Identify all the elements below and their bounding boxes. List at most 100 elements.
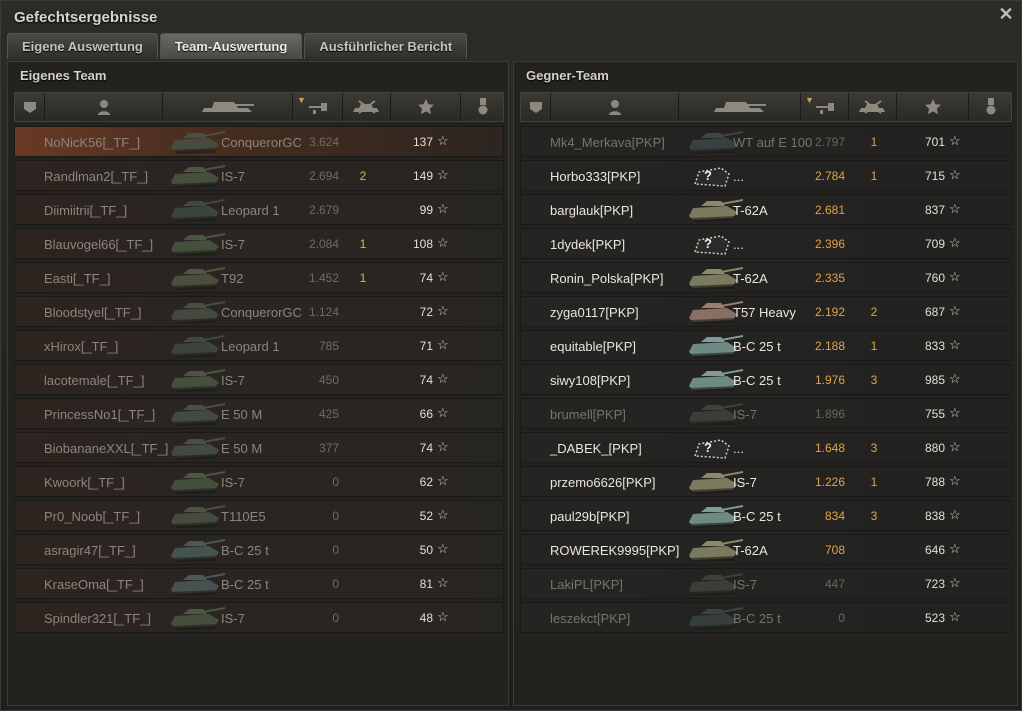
table-row[interactable]: asragir47[_TF_] B-C 25 t 0 50 ☆ (14, 534, 504, 565)
star-icon: ☆ (949, 167, 961, 182)
table-row[interactable]: Horbo333[PKP]?... 2.784 1 715 ☆ (520, 160, 1012, 191)
table-row[interactable]: Spindler321[_TF_] IS-7 0 48 ☆ (14, 602, 504, 633)
damage-value: 0 (332, 611, 339, 625)
medal-icon[interactable] (461, 93, 505, 121)
player-icon[interactable] (45, 93, 163, 121)
tank-name: IS-7 (733, 407, 757, 422)
damage-icon[interactable]: ▼ (293, 93, 343, 121)
title-bar: Gefechtsergebnisse ✕ (1, 1, 1022, 31)
kills-value: 3 (870, 441, 878, 455)
damage-icon[interactable]: ▼ (801, 93, 849, 121)
player-name: Spindler321[_TF_] (44, 611, 151, 626)
table-row[interactable]: barglauk[PKP] T-62A 2.681 837 ☆ (520, 194, 1012, 225)
star-icon: ☆ (949, 269, 961, 284)
xp-value: 833 (924, 339, 945, 353)
table-row[interactable]: siwy108[PKP] B-C 25 t 1.976 3 985 ☆ (520, 364, 1012, 395)
kills-icon[interactable] (849, 93, 897, 121)
player-name: _DABEK_[PKP] (550, 441, 642, 456)
enemy-team-title: Gegner-Team (526, 68, 609, 83)
player-name: Kwoork[_TF_] (44, 475, 125, 490)
table-row[interactable]: Diimiitrii[_TF_] Leopard 1 2.679 99 ☆ (14, 194, 504, 225)
tank-name: ConquerorGC (221, 135, 302, 150)
player-name: lacotemale[_TF_] (44, 373, 145, 388)
tank-icon[interactable] (679, 93, 801, 121)
enemy-team-list: Mk4_Merkava[PKP] WT auf E 100 2.797 1 701 ☆ Ho… (520, 126, 1012, 636)
tank-name: T110E5 (221, 509, 266, 524)
table-row[interactable]: Mk4_Merkava[PKP] WT auf E 100 2.797 1 701 ☆ (520, 126, 1012, 157)
player-name: asragir47[_TF_] (44, 543, 136, 558)
damage-value: 1.648 (814, 441, 845, 455)
player-name: paul29b[PKP] (550, 509, 630, 524)
tank-image-icon (165, 196, 227, 224)
table-row[interactable]: BiobananeXXL[_TF_] E 50 M 377 74 ☆ (14, 432, 504, 463)
damage-value: 834 (824, 509, 845, 523)
tank-image-icon (165, 604, 227, 632)
table-row[interactable]: Randlman2[_TF_] IS-7 2.694 2 149 ☆ (14, 160, 504, 191)
table-row[interactable]: KraseOma[_TF_] B-C 25 t 0 81 ☆ (14, 568, 504, 599)
table-row[interactable]: Bloodstyel[_TF_] ConquerorGC 1.124 72 ☆ (14, 296, 504, 327)
tank-name: IS-7 (221, 169, 245, 184)
table-row[interactable]: brumell[PKP] IS-7 1.896 755 ☆ (520, 398, 1012, 429)
close-icon[interactable]: ✕ (998, 5, 1014, 23)
table-row[interactable]: xHirox[_TF_] Leopard 1 785 71 ☆ (14, 330, 504, 361)
squad-icon[interactable] (15, 93, 45, 121)
own-team-list: NoNicK56[_TF_] ConquerorGC 3.624 137 ☆ Randlm… (14, 126, 504, 636)
player-name: BiobananeXXL[_TF_] (44, 441, 169, 456)
table-row[interactable]: leszekct[PKP] B-C 25 t 0 523 ☆ (520, 602, 1012, 633)
player-name: leszekct[PKP] (550, 611, 631, 626)
table-row[interactable]: zyga0117[PKP] T57 Heavy 2.192 2 687 ☆ (520, 296, 1012, 327)
player-name: 1dydek[PKP] (550, 237, 626, 252)
damage-value: 425 (318, 407, 339, 421)
xp-value: 74 (419, 271, 433, 285)
damage-value: 785 (318, 339, 339, 353)
star-icon: ☆ (437, 371, 449, 386)
xp-star-icon[interactable] (897, 93, 969, 121)
table-row[interactable]: LakiPL[PKP] IS-7 447 723 ☆ (520, 568, 1012, 599)
star-icon: ☆ (437, 439, 449, 454)
table-row[interactable]: Kwoork[_TF_] IS-7 0 62 ☆ (14, 466, 504, 497)
xp-value: 62 (419, 475, 433, 489)
tab-detailed-report[interactable]: Ausführlicher Bericht (304, 33, 468, 59)
player-name: Bloodstyel[_TF_] (44, 305, 142, 320)
table-row[interactable]: Pr0_Noob[_TF_] T110E5 0 52 ☆ (14, 500, 504, 531)
squad-icon[interactable] (521, 93, 551, 121)
xp-value: 837 (924, 203, 945, 217)
tank-icon[interactable] (163, 93, 293, 121)
table-row[interactable]: przemo6626[PKP] IS-7 1.226 1 788 ☆ (520, 466, 1012, 497)
player-name: LakiPL[PKP] (550, 577, 623, 592)
table-row[interactable]: Blauvogel66[_TF_] IS-7 2.084 1 108 ☆ (14, 228, 504, 259)
player-name: Horbo333[PKP] (550, 169, 641, 184)
tank-name: T-62A (733, 543, 768, 558)
table-row[interactable]: paul29b[PKP] B-C 25 t 834 3 838 ☆ (520, 500, 1012, 531)
table-row[interactable]: ROWEREK9995[PKP] T-62A 708 646 ☆ (520, 534, 1012, 565)
tank-name: T57 Heavy (733, 305, 796, 320)
tab-bar: Eigene Auswertung Team-Auswertung Ausfüh… (7, 33, 469, 59)
xp-star-icon[interactable] (391, 93, 461, 121)
xp-value: 108 (412, 237, 433, 251)
kills-icon[interactable] (343, 93, 391, 121)
kills-value: 1 (359, 271, 367, 285)
xp-value: 701 (924, 135, 945, 149)
table-row[interactable]: NoNicK56[_TF_] ConquerorGC 3.624 137 ☆ (14, 126, 504, 157)
table-row[interactable]: Ronin_Polska[PKP] T-62A 2.335 760 ☆ (520, 262, 1012, 293)
star-icon: ☆ (949, 439, 961, 454)
medal-icon[interactable] (969, 93, 1013, 121)
tank-name: B-C 25 t (733, 339, 781, 354)
table-row[interactable]: PrincessNo1[_TF_] E 50 M 425 66 ☆ (14, 398, 504, 429)
star-icon: ☆ (949, 541, 961, 556)
window-title: Gefechtsergebnisse (14, 9, 158, 26)
table-row[interactable]: equitable[PKP] B-C 25 t 2.188 1 833 ☆ (520, 330, 1012, 361)
player-name: brumell[PKP] (550, 407, 626, 422)
player-icon[interactable] (551, 93, 679, 121)
tab-own-evaluation[interactable]: Eigene Auswertung (7, 33, 158, 59)
tab-team-evaluation[interactable]: Team-Auswertung (159, 33, 303, 59)
table-row[interactable]: Easti[_TF_] T92 1.452 1 74 ☆ (14, 262, 504, 293)
star-icon: ☆ (437, 201, 449, 216)
table-row[interactable]: 1dydek[PKP]?... 2.396 709 ☆ (520, 228, 1012, 259)
xp-value: 523 (924, 611, 945, 625)
xp-value: 81 (419, 577, 433, 591)
table-row[interactable]: lacotemale[_TF_] IS-7 450 74 ☆ (14, 364, 504, 395)
table-row[interactable]: _DABEK_[PKP]?... 1.648 3 880 ☆ (520, 432, 1012, 463)
tank-image-icon (165, 570, 227, 598)
xp-value: 74 (419, 441, 433, 455)
